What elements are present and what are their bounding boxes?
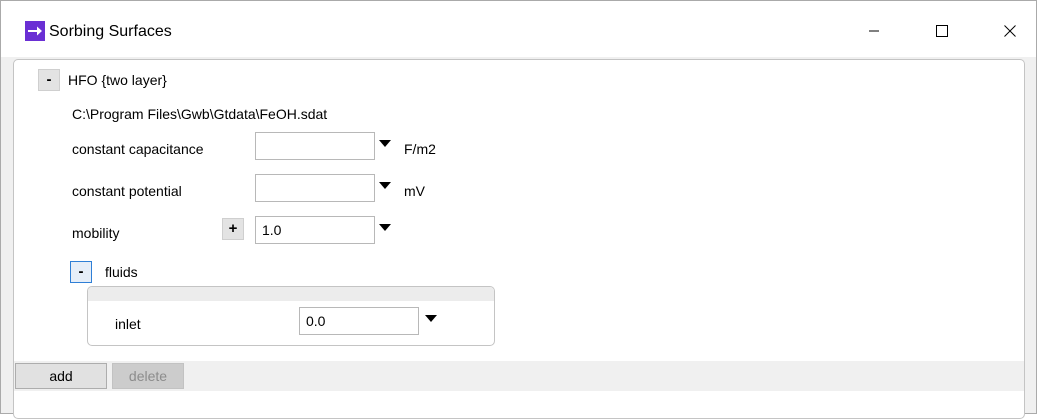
constant-capacitance-dropdown-icon[interactable] — [379, 140, 391, 147]
expand-mobility-button[interactable]: + — [222, 218, 244, 240]
mobility-dropdown-icon[interactable] — [379, 224, 391, 231]
constant-capacitance-input[interactable] — [255, 132, 375, 160]
surface-name: HFO {two layer} — [68, 72, 167, 88]
constant-potential-unit: mV — [404, 183, 425, 199]
collapse-surface-button[interactable]: - — [38, 69, 60, 91]
inlet-dropdown-icon[interactable] — [425, 315, 437, 322]
app-arrow-icon — [25, 21, 45, 41]
fluids-label: fluids — [105, 264, 138, 280]
minimize-icon — [869, 30, 879, 32]
constant-potential-dropdown-icon[interactable] — [379, 182, 391, 189]
maximize-button[interactable] — [919, 15, 965, 47]
sorbing-surfaces-window: Sorbing Surfaces - HFO {two layer} C:\Pr… — [0, 0, 1037, 419]
minimize-button[interactable] — [851, 15, 897, 47]
maximize-icon — [936, 25, 948, 37]
constant-capacitance-label: constant capacitance — [72, 141, 204, 157]
constant-potential-label: constant potential — [72, 183, 182, 199]
window-title: Sorbing Surfaces — [49, 23, 172, 40]
mobility-label: mobility — [72, 225, 120, 241]
constant-capacitance-unit: F/m2 — [404, 141, 436, 157]
constant-potential-input[interactable] — [255, 174, 375, 202]
fluids-panel-header — [88, 287, 494, 301]
delete-button[interactable]: delete — [112, 363, 184, 389]
title-bar: Sorbing Surfaces — [1, 1, 1036, 57]
inlet-label: inlet — [115, 316, 141, 332]
close-button[interactable] — [987, 15, 1033, 47]
surface-file-path: C:\Program Files\Gwb\Gtdata\FeOH.sdat — [72, 106, 328, 122]
mobility-input[interactable]: 1.0 — [255, 216, 375, 244]
inlet-input[interactable]: 0.0 — [299, 307, 419, 335]
add-button[interactable]: add — [15, 363, 107, 389]
close-icon — [1004, 25, 1016, 37]
collapse-fluids-button[interactable]: - — [70, 261, 92, 283]
